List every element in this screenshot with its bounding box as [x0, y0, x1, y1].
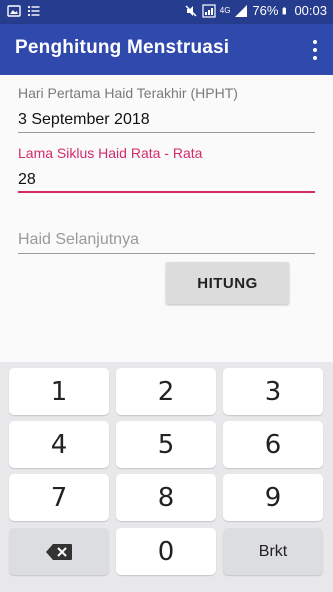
hpht-input[interactable]: 3 September 2018: [18, 111, 150, 129]
network-type-label: 4G: [219, 6, 231, 15]
status-bar: 4G 76% 00:03: [0, 0, 333, 24]
key-3[interactable]: 3: [223, 368, 323, 415]
key-8[interactable]: 8: [116, 474, 216, 521]
signal-icon: [235, 4, 248, 17]
hpht-label: Hari Pertama Haid Terakhir (HPHT): [18, 85, 238, 101]
hpht-underline: [18, 132, 315, 133]
key-1[interactable]: 1: [9, 368, 109, 415]
app-bar: Penghitung Menstruasi: [0, 24, 333, 75]
backspace-key[interactable]: [9, 528, 109, 575]
battery-percent: 76%: [252, 3, 279, 18]
key-0[interactable]: 0: [116, 528, 216, 575]
done-key[interactable]: Brkt: [223, 528, 323, 575]
key-6[interactable]: 6: [223, 421, 323, 468]
clock: 00:03: [294, 3, 327, 18]
key-5[interactable]: 5: [116, 421, 216, 468]
cycle-length-label: Lama Siklus Haid Rata - Rata: [18, 145, 203, 161]
form-container: Hari Pertama Haid Terakhir (HPHT) 3 Sept…: [0, 75, 333, 362]
calculate-button[interactable]: HITUNG: [166, 262, 289, 304]
backspace-icon: [46, 543, 72, 560]
mute-icon: [185, 4, 197, 17]
numeric-keyboard: 1 2 3 4 5 6 7 8 9 0 Brkt: [0, 362, 333, 592]
cycle-length-input[interactable]: 28: [18, 171, 36, 189]
key-7[interactable]: 7: [9, 474, 109, 521]
wifi-icon: [202, 3, 216, 18]
gallery-icon: [7, 5, 21, 17]
notes-icon: [27, 5, 40, 17]
next-period-field[interactable]: Haid Selanjutnya: [18, 231, 139, 249]
more-vert-icon[interactable]: [307, 38, 323, 62]
key-2[interactable]: 2: [116, 368, 216, 415]
app-title: Penghitung Menstruasi: [15, 37, 230, 58]
battery-icon: [283, 6, 287, 14]
next-period-underline: [18, 253, 315, 254]
key-4[interactable]: 4: [9, 421, 109, 468]
key-9[interactable]: 9: [223, 474, 323, 521]
cycle-length-underline: [18, 191, 315, 193]
